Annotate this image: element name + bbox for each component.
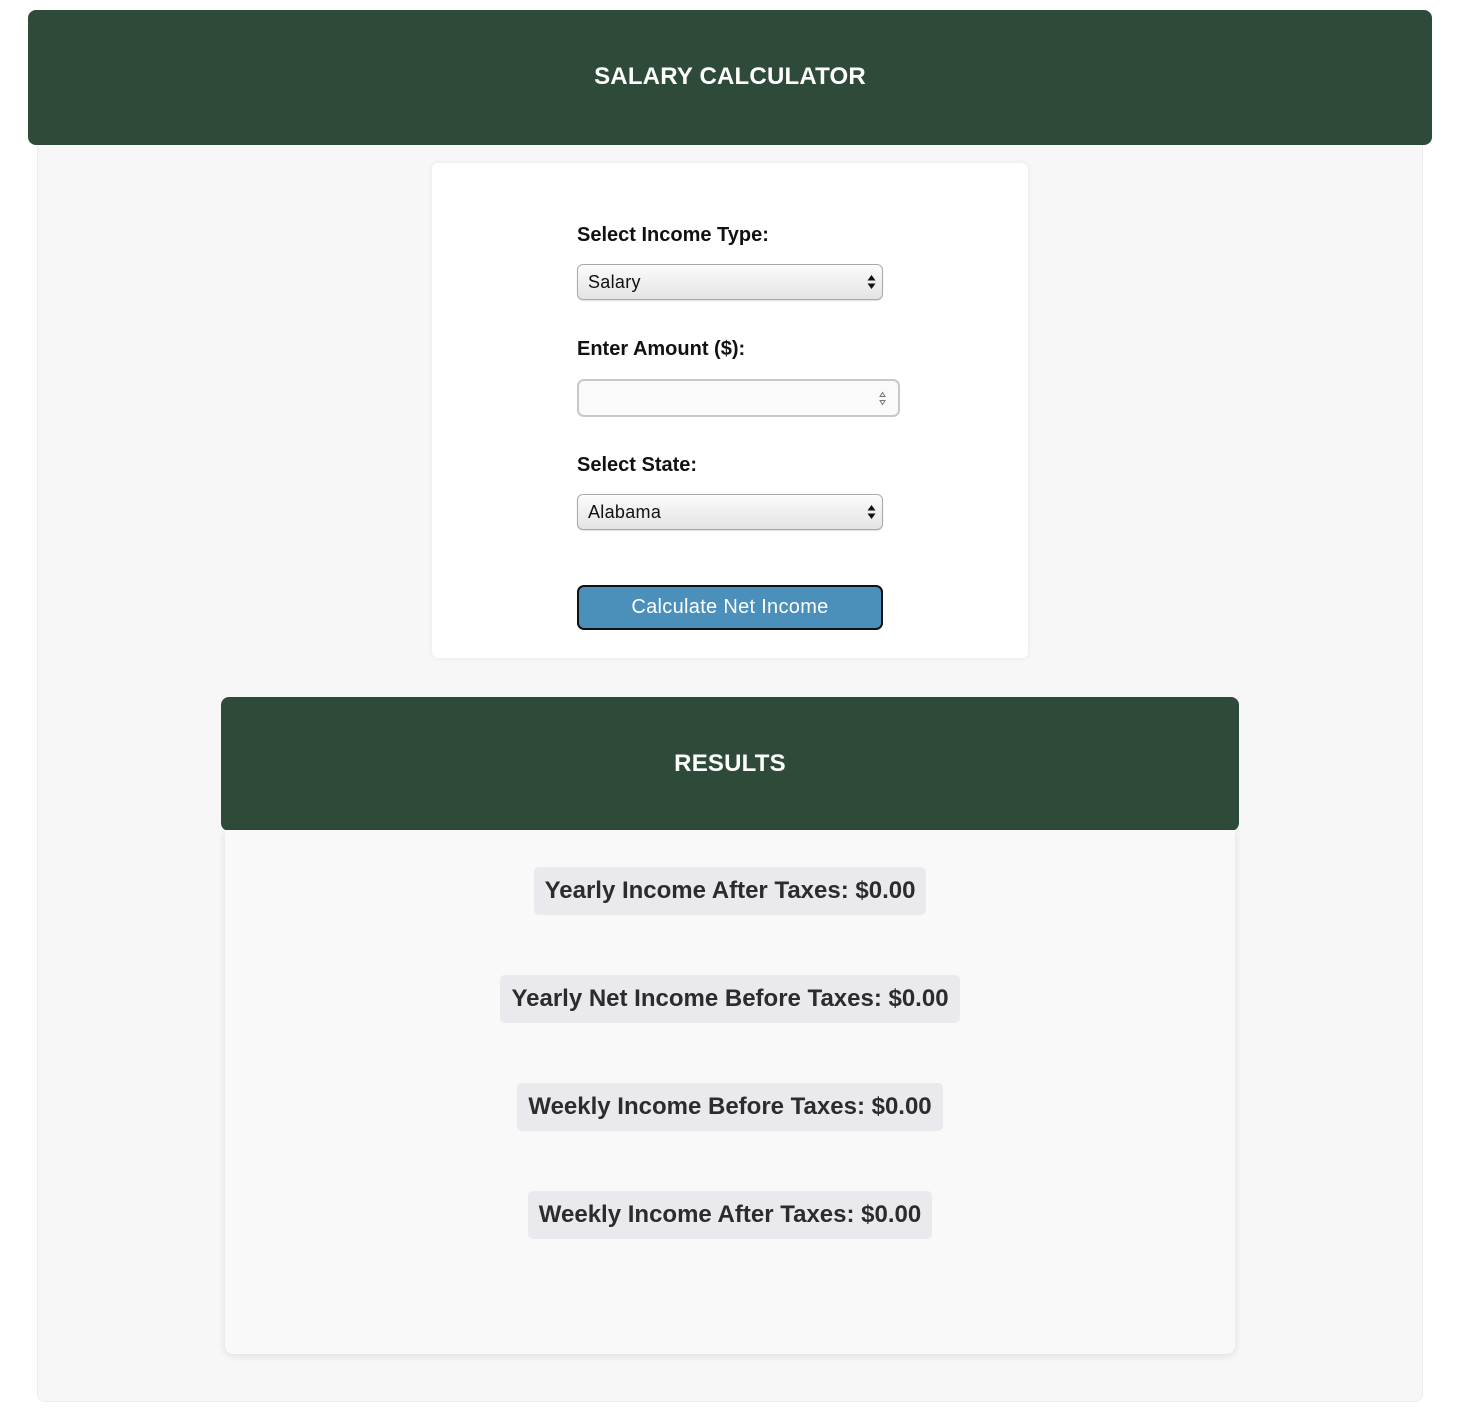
select-arrows-icon bbox=[867, 505, 876, 519]
number-spinner-icon[interactable] bbox=[878, 391, 887, 406]
results-panel: Yearly Income After Taxes: $0.00 Yearly … bbox=[225, 830, 1235, 1354]
results-title: RESULTS bbox=[674, 750, 786, 777]
result-row: Yearly Income After Taxes: $0.00 bbox=[225, 867, 1235, 915]
results-header: RESULTS bbox=[221, 697, 1239, 831]
yearly-after-tax-result: Yearly Income After Taxes: $0.00 bbox=[533, 867, 927, 915]
state-select[interactable]: Alabama bbox=[577, 494, 883, 530]
result-row: Weekly Income After Taxes: $0.00 bbox=[225, 1191, 1235, 1239]
app-header: SALARY CALCULATOR bbox=[28, 10, 1432, 145]
income-type-select[interactable]: Salary bbox=[577, 264, 883, 300]
weekly-before-tax-result: Weekly Income Before Taxes: $0.00 bbox=[517, 1083, 943, 1131]
amount-input[interactable] bbox=[577, 379, 900, 417]
income-type-value: Salary bbox=[588, 271, 641, 292]
state-value: Alabama bbox=[588, 501, 662, 522]
weekly-after-tax-result: Weekly Income After Taxes: $0.00 bbox=[527, 1191, 933, 1239]
calculator-form: Select Income Type: Salary Enter Amount … bbox=[432, 163, 1028, 658]
state-label: Select State: bbox=[577, 454, 698, 476]
calculate-button[interactable]: Calculate Net Income bbox=[577, 585, 883, 630]
amount-label: Enter Amount ($): bbox=[577, 338, 746, 360]
result-row: Weekly Income Before Taxes: $0.00 bbox=[225, 1083, 1235, 1131]
income-type-label: Select Income Type: bbox=[577, 224, 769, 246]
select-arrows-icon bbox=[867, 275, 876, 289]
page-title: SALARY CALCULATOR bbox=[594, 62, 866, 90]
yearly-before-tax-result: Yearly Net Income Before Taxes: $0.00 bbox=[500, 975, 960, 1023]
result-row: Yearly Net Income Before Taxes: $0.00 bbox=[225, 975, 1235, 1023]
